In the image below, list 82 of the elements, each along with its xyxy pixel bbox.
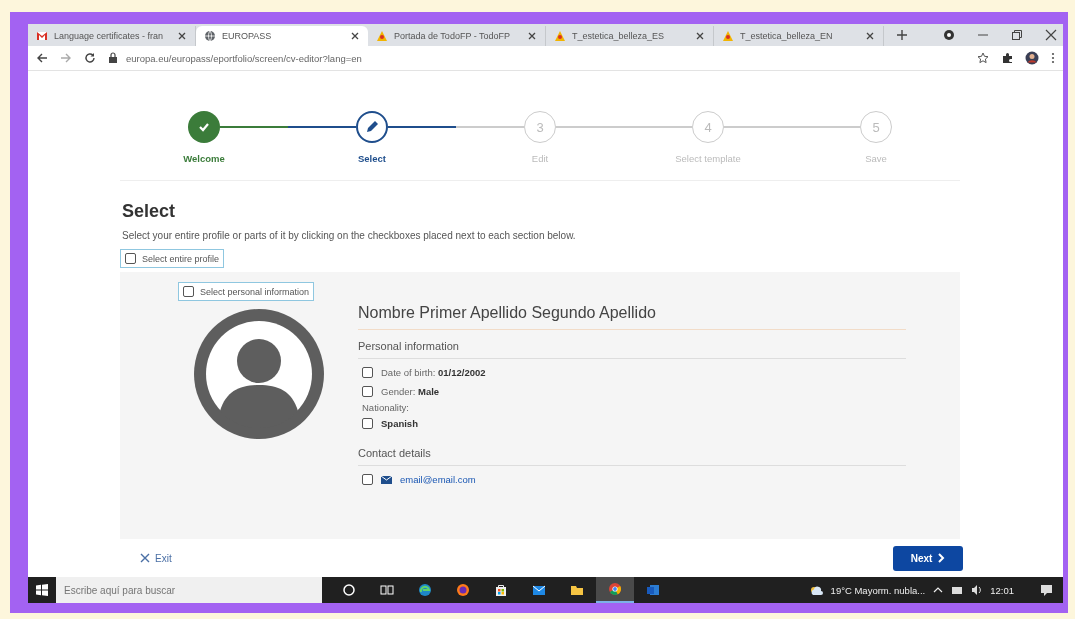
exit-button[interactable]: Exit [138,550,174,566]
envelope-icon [381,474,392,485]
cloud-icon[interactable] [808,584,823,596]
profile-name: Nombre Primer Apellido Segundo Apellido [358,304,906,330]
checkbox[interactable] [362,367,373,378]
lock-icon [108,52,118,64]
volume-icon[interactable] [971,584,983,596]
network-icon[interactable] [951,585,964,595]
step-label: Welcome [183,153,225,164]
envelope-icon [532,583,546,597]
checkbox[interactable] [362,418,373,429]
close-icon[interactable] [527,31,537,41]
checkbox[interactable] [125,253,136,264]
checkbox[interactable] [183,286,194,297]
windows-logo-icon[interactable] [36,584,48,596]
reload-icon[interactable] [84,52,96,64]
browser-tab[interactable]: T_estetica_belleza_EN [714,26,884,46]
browser-tab[interactable]: T_estetica_belleza_ES [546,26,714,46]
section-heading: Contact details [358,437,906,466]
url-field[interactable]: europa.eu/europass/eportfolio/screen/cv-editor?lang=en [126,52,362,64]
page-heading: Select [122,201,177,222]
chrome-icon [608,582,622,596]
record-icon[interactable] [943,29,955,41]
puzzle-icon[interactable] [1001,52,1013,64]
tab-title: Portada de TodoFP - TodoFP [394,31,512,41]
tab-title: EUROPASS [222,31,273,41]
step-number: 3 [524,111,556,143]
next-button[interactable]: Next [893,545,963,571]
close-icon[interactable] [1045,29,1057,41]
word-icon [646,583,660,597]
menu-icon[interactable] [1051,52,1055,64]
chevron-up-icon[interactable] [933,586,944,594]
step-label: Edit [531,153,549,164]
globe-icon [204,30,216,42]
tab-title: T_estetica_belleza_ES [572,31,666,41]
back-icon[interactable] [36,52,48,64]
task-view-icon [380,583,394,597]
step-label: Select template [675,153,741,164]
checkbox[interactable] [362,474,373,485]
close-icon[interactable] [865,31,875,41]
site-icon [554,30,566,42]
profile-avatar-icon[interactable] [1025,51,1039,65]
step-number: 5 [860,111,892,143]
browser-tab[interactable]: EUROPASS [196,26,368,46]
edge-icon [418,583,432,597]
restore-icon[interactable] [1011,29,1023,41]
tab-title: Language certificates - fran [54,31,165,41]
section-heading: Personal information [358,330,906,359]
instruction-text: Select your entire profile or parts of it by clicking on the checkboxes placed next to each section below. [122,230,577,241]
step-number: 4 [692,111,724,143]
firefox-icon [456,583,470,597]
site-icon [376,30,388,42]
clock-time: 12:01 [990,584,1014,596]
chrome-taskbar-button[interactable] [596,577,634,603]
notification-icon[interactable] [1040,583,1053,597]
search-field[interactable]: Escribe aquí para buscar [56,577,322,603]
circle-icon [342,583,356,597]
close-icon [140,553,150,563]
close-icon[interactable] [350,31,360,41]
mail-icon [36,30,48,42]
avatar-icon [194,309,324,439]
close-icon[interactable] [177,31,187,41]
shopping-bag-icon [494,583,508,597]
star-icon[interactable] [977,52,989,64]
field-caption: Nationality: [362,402,410,413]
step-label: Select [358,153,386,164]
browser-tab[interactable]: Portada de TodoFP - TodoFP [368,26,546,46]
select-option[interactable]: Select entire profile [120,249,225,268]
chevron-right-icon [937,553,946,563]
profile-field: Gender: Male [381,386,440,397]
select-option[interactable]: Select personal information [178,282,315,301]
folder-icon [570,583,584,597]
site-icon [722,30,734,42]
profile-field: Spanish [381,418,418,429]
step-label: Save [865,153,887,164]
new-tab-icon[interactable] [896,29,908,41]
profile-field: Date of birth: 01/12/2002 [381,367,486,378]
email-link[interactable]: email@email.com [400,474,476,485]
close-icon[interactable] [695,31,705,41]
checkbox[interactable] [362,386,373,397]
weather-text: 19°C Mayorm. nubla... [830,584,926,596]
tab-title: T_estetica_belleza_EN [740,31,834,41]
